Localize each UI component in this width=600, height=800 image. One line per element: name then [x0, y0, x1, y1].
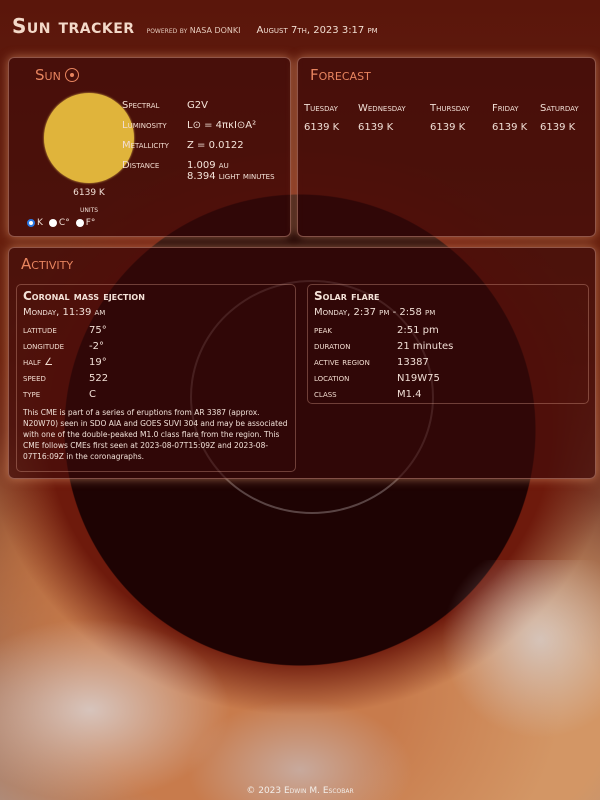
cme-value: -2° — [89, 341, 104, 352]
forecast-day: Saturday 6139 K — [540, 103, 590, 133]
sun-panel: Sun 6139 K units K C° F° Spectral G2V Lu… — [8, 57, 291, 237]
forecast-day-name: Wednesday — [358, 103, 406, 114]
property-key: Luminosity — [122, 120, 167, 131]
forecast-day-temp: 6139 K — [540, 122, 576, 133]
flare-card: Solar flare Monday, 2:37 pm - 2:58 pm pe… — [307, 284, 589, 404]
property-key: Distance — [122, 160, 160, 171]
cme-row: type C — [23, 389, 108, 405]
activity-panel-title: Activity — [21, 255, 74, 273]
flare-key: active region — [314, 357, 370, 368]
current-datetime: August 7th, 2023 3:17 pm — [256, 25, 378, 36]
forecast-day-name: Tuesday — [304, 103, 338, 114]
cme-key: longitude — [23, 341, 65, 352]
flare-value: 2:51 pm — [397, 325, 439, 336]
cme-key: latitude — [23, 325, 57, 336]
sun-symbol-icon — [64, 68, 79, 82]
sun-disc — [44, 93, 134, 183]
forecast-day-name: Saturday — [540, 103, 579, 114]
sun-temperature: 6139 K — [73, 188, 105, 198]
unit-option-c-label: C° — [58, 218, 70, 228]
forecast-day-temp: 6139 K — [358, 122, 394, 133]
forecast-day: Thursday 6139 K — [430, 103, 492, 133]
flare-key: location — [314, 373, 350, 384]
page-header: Sun tracker powered by NASA DONKI August… — [12, 14, 378, 50]
flare-value: 21 minutes — [397, 341, 454, 352]
forecast-panel: Forecast Tuesday 6139 K Wednesday 6139 K… — [297, 57, 596, 237]
flare-time: Monday, 2:37 pm - 2:58 pm — [314, 307, 436, 318]
flare-key: peak — [314, 325, 333, 336]
radio-unchecked-icon[interactable] — [48, 219, 57, 227]
property-value: Z = 0.0122 — [187, 140, 244, 151]
cme-key: type — [23, 389, 41, 400]
unit-option-k-label: K — [37, 218, 43, 228]
footer-copyright: © 2023 Edwin M. Escobar — [246, 786, 354, 796]
cme-card: Coronal mass ejection Monday, 11:39 am l… — [16, 284, 296, 472]
cme-description: This CME is part of a series of eruption… — [23, 408, 288, 461]
flare-row: class M1.4 — [314, 389, 453, 405]
cme-value: C — [89, 389, 96, 400]
cme-row: latitude 75° — [23, 325, 108, 341]
cme-value: 19° — [89, 357, 107, 368]
forecast-day-temp: 6139 K — [304, 122, 340, 133]
unit-selector: K C° F° — [27, 218, 95, 228]
sun-panel-title: Sun — [35, 66, 79, 84]
forecast-panel-title: Forecast — [310, 66, 371, 84]
cme-title: Coronal mass ejection — [23, 289, 145, 303]
unit-option-f[interactable]: F° — [75, 218, 96, 228]
cme-row: speed 522 — [23, 373, 108, 389]
flare-row: peak 2:51 pm — [314, 325, 453, 341]
property-key: Metallicity — [122, 140, 169, 151]
flare-row: duration 21 minutes — [314, 341, 453, 357]
cme-row: longitude -2° — [23, 341, 108, 357]
property-metallicity: Metallicity Z = 0.0122 — [122, 140, 275, 160]
property-key: Spectral — [122, 100, 160, 111]
property-value: G2V — [187, 100, 208, 111]
flare-value: 13387 — [397, 357, 429, 368]
property-luminosity: Luminosity L⊙ = 4πκI⊙A² — [122, 120, 275, 140]
app-title: Sun tracker — [12, 14, 135, 38]
cme-time: Monday, 11:39 am — [23, 307, 106, 318]
property-value: 1.009 au 8.394 light minutes — [187, 160, 275, 182]
sun-properties: Spectral G2V Luminosity L⊙ = 4πκI⊙A² Met… — [122, 100, 275, 194]
forecast-table: Tuesday 6139 K Wednesday 6139 K Thursday… — [304, 103, 590, 133]
flare-value: N19W75 — [397, 373, 440, 384]
activity-panel: Activity Coronal mass ejection Monday, 1… — [8, 247, 596, 479]
forecast-day: Wednesday 6139 K — [358, 103, 430, 133]
flare-title: Solar flare — [314, 289, 380, 303]
flare-row: location N19W75 — [314, 373, 453, 389]
flare-key: class — [314, 389, 337, 400]
forecast-day-temp: 6139 K — [430, 122, 466, 133]
flare-details: peak 2:51 pm duration 21 minutes active re… — [314, 325, 453, 405]
unit-option-f-label: F° — [85, 218, 96, 228]
flare-row: active region 13387 — [314, 357, 453, 373]
flare-key: duration — [314, 341, 351, 352]
forecast-day: Tuesday 6139 K — [304, 103, 358, 133]
radio-unchecked-icon[interactable] — [75, 219, 84, 227]
property-distance: Distance 1.009 au 8.394 light minutes — [122, 160, 275, 194]
forecast-day-name: Thursday — [430, 103, 470, 114]
cme-details: latitude 75° longitude -2° half ∠ 19° speed… — [23, 325, 108, 405]
forecast-day-name: Friday — [492, 103, 519, 114]
radio-checked-icon[interactable] — [27, 219, 35, 227]
cme-value: 75° — [89, 325, 107, 336]
background-corona — [0, 560, 600, 800]
unit-option-k[interactable]: K — [27, 218, 43, 228]
unit-option-c[interactable]: C° — [48, 218, 70, 228]
property-spectral: Spectral G2V — [122, 100, 275, 120]
cme-key: speed — [23, 373, 46, 384]
forecast-day-temp: 6139 K — [492, 122, 528, 133]
distance-au: 1.009 au — [187, 160, 229, 171]
sun-panel-title-text: Sun — [35, 66, 61, 84]
cme-key: half ∠ — [23, 357, 54, 368]
powered-by-label: powered by NASA DONKI — [146, 26, 241, 35]
flare-value: M1.4 — [397, 389, 422, 400]
cme-row: half ∠ 19° — [23, 357, 108, 373]
property-value: L⊙ = 4πκI⊙A² — [187, 120, 257, 131]
units-label: units — [79, 205, 99, 214]
cme-value: 522 — [89, 373, 109, 384]
distance-light-minutes: 8.394 light minutes — [187, 171, 275, 182]
forecast-day: Friday 6139 K — [492, 103, 540, 133]
